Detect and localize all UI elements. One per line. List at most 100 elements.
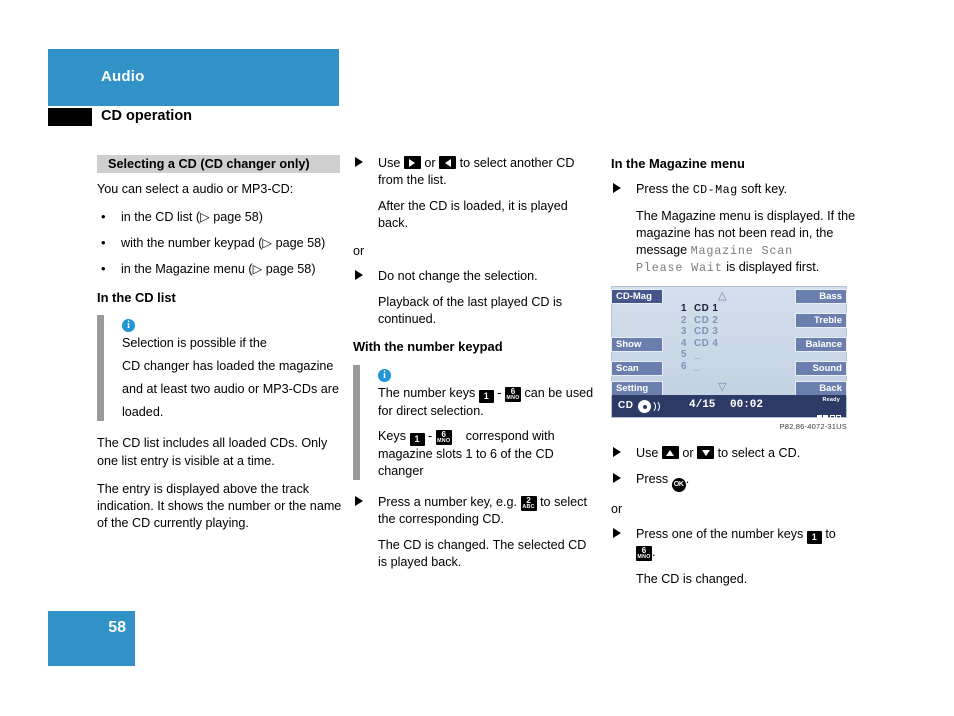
- note-line: Selection is possible if the: [122, 335, 267, 350]
- seek-forward-key-icon: [403, 156, 421, 169]
- cd-title: _: [694, 360, 700, 372]
- number-key-1-icon: 1: [806, 531, 822, 545]
- cd-list-row[interactable]: 5 _: [674, 349, 784, 361]
- cd-list-row[interactable]: 1 CD 1: [674, 303, 784, 315]
- step-arrow-icon: [355, 157, 363, 167]
- status-source-label: CD: [618, 400, 634, 411]
- step-press-number-key: Press a number key, e.g. 2 ABC to select …: [353, 494, 598, 528]
- step-text-a: Press one of the number keys: [636, 527, 804, 542]
- column-three-continued: Use or to select a CD. Press OK. or Pres…: [611, 445, 856, 598]
- cd-slot-number: 1: [681, 303, 687, 314]
- info-note-number-keypad: i The number keys 1 - 6 MNO can be used f…: [353, 364, 598, 481]
- ok-key-icon: OK: [671, 478, 686, 493]
- cd-list-row[interactable]: 2 CD 2: [674, 315, 784, 327]
- info-icon: i: [122, 318, 135, 332]
- step-text-pre: Use: [378, 156, 401, 170]
- display-message-line1: Magazine Scan: [690, 243, 794, 258]
- column-three: In the Magazine menu Press the CD-Mag so…: [611, 155, 856, 286]
- cd-disc-arc-icon: [647, 400, 660, 413]
- step-text-b: soft key.: [741, 182, 788, 197]
- result-text-b: is displayed first.: [726, 259, 820, 274]
- step-text-b: .: [652, 545, 656, 560]
- status-ready-label: Ready: [822, 397, 840, 403]
- scroll-down-icon: ▽: [718, 381, 727, 393]
- status-track-number: 4/15: [689, 399, 716, 411]
- status-elapsed-time: 00:02: [730, 399, 764, 411]
- number-key-6-mno-icon: 6 MNO: [435, 429, 452, 445]
- step-arrow-icon: [355, 269, 363, 280]
- list-item: with the number keypad (▷ page 58): [97, 234, 342, 252]
- cd-title: _: [694, 349, 700, 361]
- number-key-2-abc-icon: 2 ABC: [520, 496, 537, 512]
- note-dash: -: [497, 385, 502, 400]
- manual-page: Audio CD operation Selecting a CD (CD ch…: [0, 0, 954, 716]
- cd-slot-number: 5: [681, 349, 687, 361]
- list-item: in the Magazine menu (▷ page 58): [97, 260, 342, 278]
- softkey-show[interactable]: Show: [611, 337, 663, 352]
- step-arrow-icon: [613, 528, 621, 539]
- cd-title: CD 2: [694, 314, 719, 326]
- step-text-a: Press a number key, e.g.: [378, 495, 518, 510]
- body-paragraph: The entry is displayed above the track i…: [97, 481, 342, 530]
- step-text-a: Use: [636, 446, 659, 460]
- list-item: in the CD list (▷ page 58): [97, 208, 342, 226]
- comand-display: △ ▽ 1 CD 1 2 CD 2 3 CD 3 4 CD 4 5 _ 6 _ …: [611, 286, 847, 423]
- subheading-number-keypad: With the number keypad: [353, 339, 503, 355]
- step-select-another-cd: Use or to select another CD from the lis…: [353, 155, 598, 189]
- page-footer-banner: 58: [48, 611, 135, 666]
- step-arrow-icon: [355, 496, 363, 507]
- note-text-a: Keys: [378, 428, 406, 443]
- section-marker-block: [48, 108, 92, 126]
- intro-paragraph: You can select a audio or MP3-CD:: [97, 182, 294, 196]
- cd-list-row[interactable]: 4 CD 4: [674, 338, 784, 350]
- magazine-cd-list: 1 CD 1 2 CD 2 3 CD 3 4 CD 4 5 _ 6 _: [674, 303, 784, 373]
- step-result-text: Playback of the last played CD is contin…: [378, 294, 563, 327]
- step-text-b: .: [685, 472, 690, 487]
- step-keep-selection: Do not change the selection.: [353, 268, 598, 285]
- step-text-a: Press: [636, 472, 669, 487]
- chapter-title: Audio: [101, 68, 145, 85]
- step-arrow-icon: [613, 447, 621, 457]
- cd-list-row[interactable]: 3 CD 3: [674, 326, 784, 338]
- cd-list-row[interactable]: 6 _: [674, 361, 784, 373]
- note-line: loaded.: [122, 405, 164, 420]
- column-two: Use or to select another CD from the lis…: [353, 155, 598, 582]
- step-press-cd-mag: Press the CD-Mag soft key.: [611, 181, 856, 198]
- softkey-cd-mag[interactable]: CD-Mag: [611, 289, 663, 304]
- step-text-mid: or: [682, 446, 694, 460]
- cd-mag-softkey-name: CD-Mag: [692, 183, 738, 198]
- down-key-icon: [697, 446, 715, 459]
- figure-caption: P82.86-4072-31US: [779, 422, 847, 431]
- softkey-sound[interactable]: Sound: [795, 361, 847, 376]
- note-line: Keys 1 - 6 MNO correspond with magazine s…: [378, 428, 598, 480]
- subheading-cd-list: In the CD list: [97, 289, 176, 305]
- step-arrow-icon: [613, 183, 621, 194]
- display-status-bar: CD 4/15 00:02 Ready: [612, 395, 846, 423]
- subheading-magazine-menu: In the Magazine menu: [611, 156, 745, 171]
- softkey-setting[interactable]: Setting: [611, 381, 663, 396]
- cd-slot-number: 6: [681, 360, 687, 372]
- or-separator: or: [611, 502, 623, 517]
- softkey-bass[interactable]: Bass: [795, 289, 847, 304]
- number-key-1-icon: 1: [478, 389, 494, 403]
- note-line: and at least two audio or MP3-CDs are: [122, 382, 339, 397]
- column-one: Selecting a CD (CD changer only) You can…: [97, 155, 342, 543]
- selection-methods-list: in the CD list (▷ page 58) with the numb…: [97, 208, 342, 278]
- cd-title: CD 4: [694, 337, 719, 349]
- magazine-slot-indicator: [809, 405, 841, 423]
- step-arrow-icon: [613, 473, 621, 484]
- number-key-6-mno-icon: 6 MNO: [505, 386, 521, 402]
- cd-slot-number: 2: [681, 314, 687, 326]
- step-use-arrows-select-cd: Use or to select a CD.: [611, 445, 856, 462]
- softkey-balance[interactable]: Balance: [795, 337, 847, 352]
- step-result-text: The CD is changed.: [636, 571, 748, 586]
- softkey-scan[interactable]: Scan: [611, 361, 663, 376]
- cd-slot-number: 3: [681, 326, 687, 338]
- page-number: 58: [108, 619, 126, 636]
- cd-title: CD 1: [694, 303, 719, 314]
- softkey-back[interactable]: Back: [795, 381, 847, 396]
- softkey-treble[interactable]: Treble: [795, 313, 847, 328]
- step-press-ok: Press OK.: [611, 471, 856, 493]
- note-line: The number keys 1 - 6 MNO can be used for…: [378, 385, 598, 420]
- cd-title: CD 3: [694, 326, 719, 338]
